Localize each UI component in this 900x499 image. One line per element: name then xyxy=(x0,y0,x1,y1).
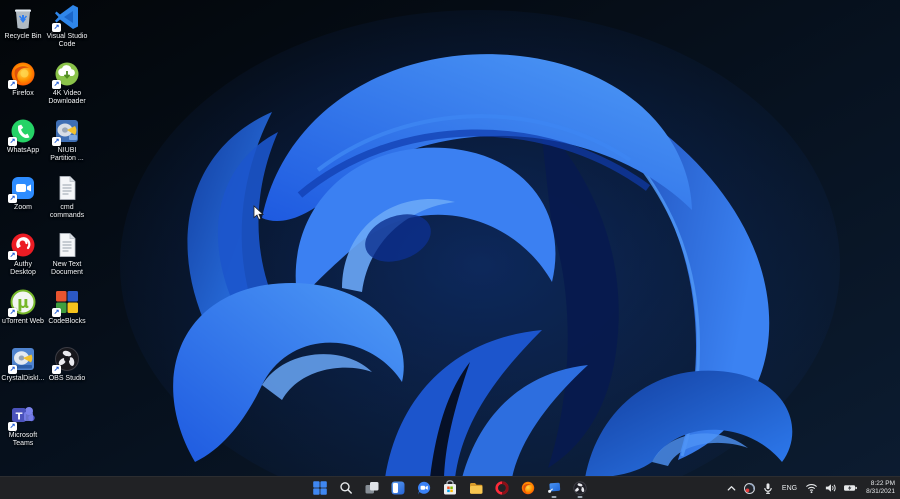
obs-studio-icon xyxy=(572,480,588,496)
taskbar: ENG 8:22 PM 8/31/2021 xyxy=(0,476,900,499)
shortcut-arrow-icon: ↗ xyxy=(52,80,61,89)
desktop-icon-label: Zoom xyxy=(14,204,32,211)
desktop-icon-microsoft-teams[interactable]: T ↗ Microsoft Teams xyxy=(1,402,45,448)
screen-pen-icon xyxy=(546,480,562,496)
desktop-icon-obs-studio[interactable]: ↗ OBS Studio xyxy=(45,345,89,383)
shortcut-arrow-icon: ↗ xyxy=(8,194,17,203)
chat-button[interactable] xyxy=(412,478,436,498)
widgets-button[interactable] xyxy=(386,478,410,498)
desktop-icon-label: Microsoft Teams xyxy=(8,432,38,447)
shortcut-arrow-icon: ↗ xyxy=(8,251,17,260)
desktop-icon-codeblocks[interactable]: ↗ CodeBlocks xyxy=(45,288,89,326)
opera-icon xyxy=(494,480,510,496)
desktop-icon-label: WhatsApp xyxy=(6,147,40,154)
wifi-icon[interactable] xyxy=(805,482,818,494)
shortcut-arrow-icon: ↗ xyxy=(52,365,61,374)
opera-button[interactable] xyxy=(490,478,514,498)
text-document-icon xyxy=(53,231,81,259)
windows-logo-icon xyxy=(312,480,328,496)
desktop-icon-visual-studio-code[interactable]: ↗ Visual Studio Code xyxy=(45,3,89,49)
desktop-icon-label: Authy Desktop xyxy=(10,261,36,276)
desktop-icon-4k-video-downloader[interactable]: ↗ 4K Video Downloader xyxy=(45,60,89,106)
file-explorer-icon xyxy=(468,480,484,496)
language-indicator[interactable]: ENG xyxy=(780,485,799,492)
desktop-icon-whatsapp[interactable]: ↗ WhatsApp xyxy=(1,117,45,155)
file-explorer-button[interactable] xyxy=(464,478,488,498)
chat-icon xyxy=(416,480,432,496)
desktop-icon-label: 4K Video Downloader xyxy=(48,90,86,105)
mouse-cursor xyxy=(253,205,264,221)
desktop-icon-label: CrystalDiskI... xyxy=(1,375,45,382)
desktop-icon-authy-desktop[interactable]: ↗ Authy Desktop xyxy=(1,231,45,277)
running-indicator xyxy=(577,496,583,498)
desktop-icon-cmd-commands[interactable]: cmd commands xyxy=(45,174,89,220)
desktop-icon-utorrent-web[interactable]: µ ↗ uTorrent Web xyxy=(1,288,45,326)
screen-pen-tool-button[interactable] xyxy=(542,478,566,498)
battery-charging-icon[interactable] xyxy=(843,482,858,494)
task-view-button[interactable] xyxy=(360,478,384,498)
shortcut-arrow-icon: ↗ xyxy=(52,308,61,317)
desktop-icon-label: NIUBI Partition ... xyxy=(50,147,84,162)
shortcut-arrow-icon: ↗ xyxy=(52,23,61,32)
desktop-icon-firefox[interactable]: ↗ Firefox xyxy=(1,60,45,98)
desktop-icon-label: OBS Studio xyxy=(48,375,86,382)
hidden-icons-chevron[interactable] xyxy=(726,483,737,494)
task-view-icon xyxy=(364,480,380,496)
recycle-bin-icon xyxy=(9,3,37,31)
desktop-icon-label: CodeBlocks xyxy=(48,318,86,325)
desktop-icon-zoom[interactable]: ↗ Zoom xyxy=(1,174,45,212)
system-tray: ENG 8:22 PM 8/31/2021 xyxy=(726,477,900,499)
desktop-icon-crystaldiskinfo[interactable]: ↗ CrystalDiskI... xyxy=(1,345,45,383)
shortcut-arrow-icon: ↗ xyxy=(8,308,17,317)
desktop-icon-label: New Text Document xyxy=(51,261,83,276)
desktop-icon-label: cmd commands xyxy=(49,204,85,219)
start-button[interactable] xyxy=(308,478,332,498)
tray-time: 8:22 PM xyxy=(870,480,895,487)
running-indicator xyxy=(551,496,557,498)
shortcut-arrow-icon: ↗ xyxy=(8,422,17,431)
svg-text:µ: µ xyxy=(17,293,29,312)
obs-tray-icon[interactable] xyxy=(743,482,756,495)
clock[interactable]: 8:22 PM 8/31/2021 xyxy=(864,480,895,496)
microphone-icon[interactable] xyxy=(762,482,774,495)
taskbar-center-icons xyxy=(308,477,592,499)
shortcut-arrow-icon: ↗ xyxy=(8,80,17,89)
desktop-icon-label: Recycle Bin xyxy=(4,33,42,40)
search-icon xyxy=(338,480,354,496)
desktop-icon-label: uTorrent Web xyxy=(2,318,44,325)
volume-icon[interactable] xyxy=(824,482,837,494)
search-button[interactable] xyxy=(334,478,358,498)
text-document-icon xyxy=(53,174,81,202)
desktop-icon-recycle-bin[interactable]: Recycle Bin xyxy=(1,3,45,41)
wallpaper-bloom xyxy=(0,0,900,499)
obs-studio-taskbar-button[interactable] xyxy=(568,478,592,498)
svg-text:T: T xyxy=(16,412,23,423)
shortcut-arrow-icon: ↗ xyxy=(8,137,17,146)
windows-11-desktop: { "os": "Windows 11 desktop", "wallpaper… xyxy=(0,0,900,499)
desktop-icon-label: Firefox xyxy=(12,90,34,97)
firefox-taskbar-button[interactable] xyxy=(516,478,540,498)
desktop-icon-niubi-partition[interactable]: ↗ NIUBI Partition ... xyxy=(45,117,89,163)
shortcut-arrow-icon: ↗ xyxy=(8,365,17,374)
tray-date: 8/31/2021 xyxy=(866,488,895,495)
widgets-icon xyxy=(390,480,406,496)
microsoft-store-button[interactable] xyxy=(438,478,462,498)
desktop-icon-new-text-document[interactable]: New Text Document xyxy=(45,231,89,277)
shortcut-arrow-icon: ↗ xyxy=(52,137,61,146)
firefox-icon xyxy=(520,480,536,496)
microsoft-store-icon xyxy=(442,480,458,496)
desktop-icon-label: Visual Studio Code xyxy=(46,33,88,48)
